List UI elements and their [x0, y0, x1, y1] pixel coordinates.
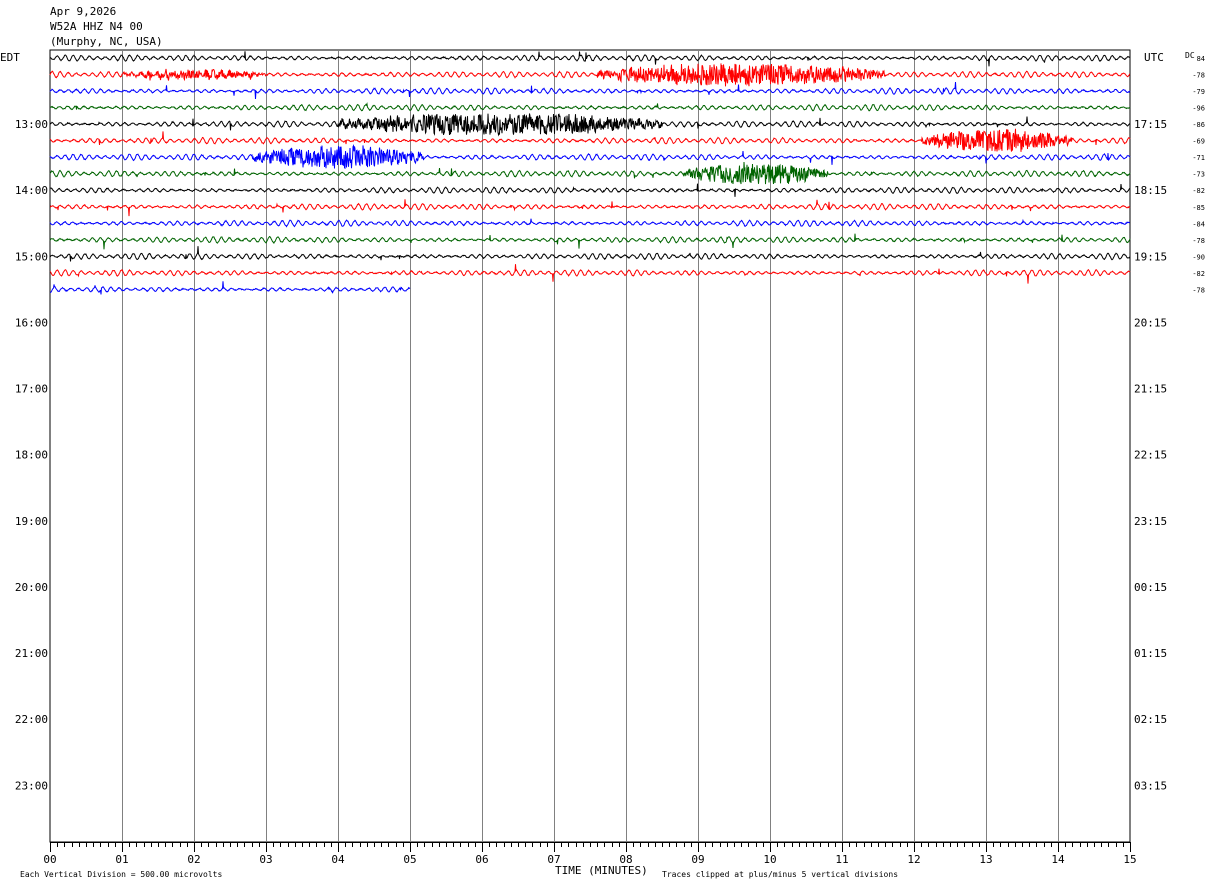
seismic-trace	[49, 218, 1130, 228]
left-time-label: 13:00	[15, 118, 48, 131]
left-time-label: 21:00	[15, 647, 48, 660]
right-time-label: 00:15	[1134, 581, 1167, 594]
right-time-label: 18:15	[1134, 184, 1167, 197]
right-time-label: 20:15	[1134, 316, 1167, 329]
left-time-label: 14:00	[15, 184, 48, 197]
seismic-trace	[50, 113, 1131, 137]
seismic-trace	[50, 199, 1131, 217]
x-tick-label: 00	[43, 853, 56, 866]
seismic-trace	[49, 264, 1131, 284]
right-time-label: 02:15	[1134, 713, 1167, 726]
seismic-trace	[49, 233, 1131, 250]
right-time-label: 03:15	[1134, 779, 1167, 792]
dc-offset-label: -79	[1192, 88, 1205, 96]
x-tick-label: 14	[1051, 853, 1065, 866]
x-tick-label: 05	[403, 853, 416, 866]
x-tick-label: 07	[547, 853, 560, 866]
right-time-label: 21:15	[1134, 383, 1167, 396]
left-time-label: 15:00	[15, 250, 48, 263]
dc-offset-label: -82	[1192, 270, 1205, 278]
x-tick-label: 04	[331, 853, 345, 866]
seismic-trace	[49, 81, 1131, 100]
x-tick-label: 10	[763, 853, 776, 866]
x-tick-label: 12	[907, 853, 920, 866]
left-time-label: 22:00	[15, 713, 48, 726]
right-time-label: 19:15	[1134, 250, 1167, 263]
x-tick-label: 11	[835, 853, 848, 866]
left-time-label: 18:00	[15, 449, 48, 462]
dc-offset-label: -78	[1192, 286, 1205, 294]
dc-offset-label: -86	[1192, 121, 1205, 129]
x-tick-label: 03	[259, 853, 272, 866]
dc-offset-label: 84	[1197, 55, 1205, 63]
x-tick-label: 09	[691, 853, 704, 866]
helicorder-plot: 00 01 02 03 04 05 06 07 08 09 10 11 12 13 14 15 13:00 14:…	[15, 49, 1205, 866]
seismic-trace	[49, 281, 411, 295]
seismic-trace	[49, 51, 1131, 67]
dc-offset-label: -90	[1192, 253, 1205, 261]
dc-offset-label: -71	[1192, 154, 1205, 162]
seismic-trace	[49, 101, 1131, 112]
left-time-label: 16:00	[15, 316, 48, 329]
x-tick-label: 08	[619, 853, 632, 866]
plot-frame	[49, 49, 1131, 843]
dc-offset-label: -73	[1192, 171, 1205, 179]
right-time-label: 23:15	[1134, 515, 1167, 528]
right-time-label: 22:15	[1134, 449, 1167, 462]
left-time-label: 19:00	[15, 515, 48, 528]
x-tick-label: 13	[979, 853, 992, 866]
seismic-trace	[49, 246, 1131, 262]
dc-offset-label: -69	[1192, 138, 1205, 146]
dc-offset-label: -85	[1192, 204, 1205, 212]
right-time-label: 17:15	[1134, 118, 1167, 131]
right-time-label: 01:15	[1134, 647, 1167, 660]
dc-offset-label: -78	[1192, 72, 1205, 80]
x-tick-label: 02	[187, 853, 200, 866]
seismic-trace	[49, 128, 1131, 152]
seismic-trace	[49, 144, 1131, 169]
left-time-label: 20:00	[15, 581, 48, 594]
dc-offset-label: -82	[1192, 187, 1205, 195]
seismic-trace	[49, 63, 1131, 87]
dc-offset-label: -84	[1192, 220, 1205, 228]
left-time-label: 23:00	[15, 779, 48, 792]
dc-offset-label: -78	[1192, 237, 1205, 245]
left-time-label: 17:00	[15, 383, 48, 396]
seismic-trace	[49, 161, 1131, 185]
x-tick-label: 01	[115, 853, 128, 866]
seismic-trace	[49, 183, 1131, 197]
x-tick-label: 06	[475, 853, 488, 866]
dc-offset-label: -96	[1192, 105, 1205, 113]
x-tick-label: 15	[1123, 853, 1136, 866]
